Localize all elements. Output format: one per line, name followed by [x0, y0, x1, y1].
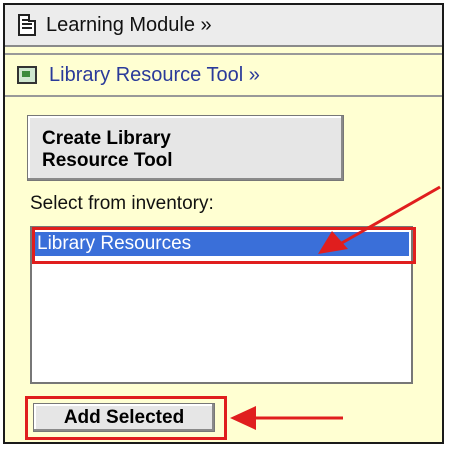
- learning-module-title[interactable]: Learning Module »: [46, 14, 212, 37]
- library-resource-tool-header[interactable]: Library Resource Tool »: [5, 53, 442, 97]
- library-resource-tool-title[interactable]: Library Resource Tool »: [49, 64, 260, 87]
- annotation-highlight-add-button: [25, 396, 227, 440]
- learning-module-header[interactable]: Learning Module »: [5, 5, 442, 47]
- create-library-resource-tool-button[interactable]: Create Library Resource Tool: [27, 115, 344, 181]
- document-icon: [18, 14, 36, 36]
- select-inventory-label: Select from inventory:: [30, 193, 214, 214]
- create-button-label: Create Library Resource Tool: [42, 128, 173, 171]
- tool-icon: [17, 66, 37, 84]
- annotation-highlight-list-item: [32, 227, 416, 264]
